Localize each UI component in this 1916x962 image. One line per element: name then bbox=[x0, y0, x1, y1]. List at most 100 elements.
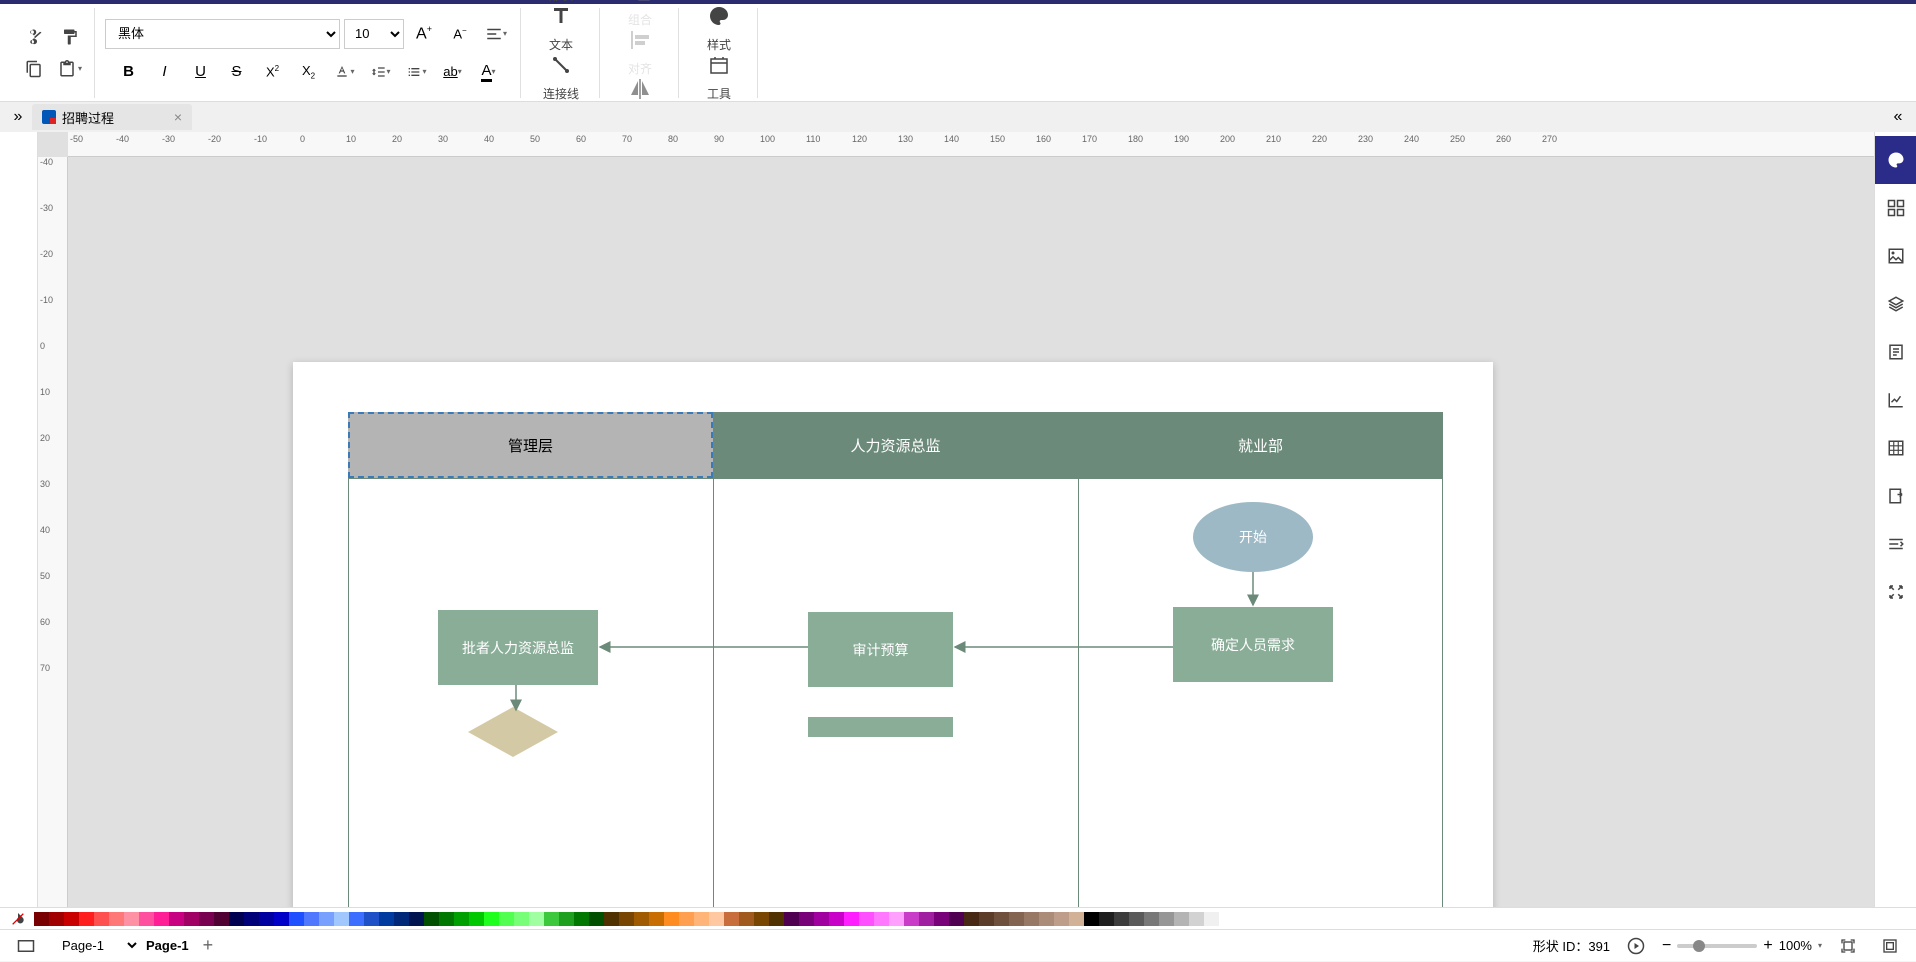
shape-partial-bottom[interactable] bbox=[808, 717, 953, 737]
outline-panel-button[interactable] bbox=[1875, 328, 1916, 376]
align-button[interactable]: ▾ bbox=[480, 18, 512, 50]
subscript-button[interactable]: X2 bbox=[293, 56, 325, 88]
color-swatch[interactable] bbox=[529, 912, 544, 926]
format-painter-button[interactable] bbox=[54, 21, 86, 53]
color-swatch[interactable] bbox=[769, 912, 784, 926]
text-underline-button[interactable]: ab▾ bbox=[437, 56, 469, 88]
color-swatch[interactable] bbox=[574, 912, 589, 926]
color-swatch[interactable] bbox=[199, 912, 214, 926]
color-swatch[interactable] bbox=[739, 912, 754, 926]
color-swatch[interactable] bbox=[94, 912, 109, 926]
style-button[interactable]: 样式 bbox=[689, 4, 749, 53]
tab-scroll-left[interactable]: » bbox=[8, 107, 28, 127]
increase-font-button[interactable]: A+ bbox=[408, 18, 440, 50]
color-swatch[interactable] bbox=[439, 912, 454, 926]
tools-button[interactable]: 工具 bbox=[689, 53, 749, 102]
color-swatch[interactable] bbox=[499, 912, 514, 926]
color-swatch[interactable] bbox=[304, 912, 319, 926]
color-swatch[interactable] bbox=[259, 912, 274, 926]
color-swatch[interactable] bbox=[979, 912, 994, 926]
color-swatch[interactable] bbox=[154, 912, 169, 926]
color-swatch[interactable] bbox=[1024, 912, 1039, 926]
color-swatch[interactable] bbox=[949, 912, 964, 926]
color-swatch[interactable] bbox=[814, 912, 829, 926]
expand-panel-button[interactable] bbox=[1875, 568, 1916, 616]
color-swatch[interactable] bbox=[694, 912, 709, 926]
color-swatch[interactable] bbox=[1069, 912, 1084, 926]
color-swatch[interactable] bbox=[754, 912, 769, 926]
shape-approve-hr[interactable]: 批者人力资源总监 bbox=[438, 610, 598, 685]
bold-button[interactable]: B bbox=[113, 56, 145, 88]
fullscreen-button[interactable] bbox=[1874, 930, 1906, 962]
text-highlight-button[interactable]: ▾ bbox=[329, 56, 361, 88]
color-swatch[interactable] bbox=[49, 912, 64, 926]
document-tab[interactable]: 招聘过程 × bbox=[32, 104, 192, 130]
strikethrough-button[interactable]: S bbox=[221, 56, 253, 88]
color-swatch[interactable] bbox=[34, 912, 49, 926]
color-swatch[interactable] bbox=[1144, 912, 1159, 926]
color-swatch[interactable] bbox=[859, 912, 874, 926]
color-swatch[interactable] bbox=[604, 912, 619, 926]
color-swatch[interactable] bbox=[589, 912, 604, 926]
swimlane-header-management[interactable]: 管理层 bbox=[348, 412, 713, 478]
color-swatch[interactable] bbox=[469, 912, 484, 926]
color-swatch[interactable] bbox=[244, 912, 259, 926]
text-tool-button[interactable]: 文本 bbox=[531, 4, 591, 53]
color-swatch[interactable] bbox=[1219, 912, 1234, 926]
zoom-out-button[interactable]: − bbox=[1662, 937, 1671, 955]
no-fill-icon[interactable] bbox=[6, 909, 30, 929]
color-swatch[interactable] bbox=[274, 912, 289, 926]
fill-panel-button[interactable] bbox=[1875, 136, 1916, 184]
color-swatch[interactable] bbox=[724, 912, 739, 926]
color-swatch[interactable] bbox=[229, 912, 244, 926]
color-swatch[interactable] bbox=[919, 912, 934, 926]
color-swatch[interactable] bbox=[79, 912, 94, 926]
color-swatch[interactable] bbox=[1054, 912, 1069, 926]
image-panel-button[interactable] bbox=[1875, 232, 1916, 280]
copy-button[interactable] bbox=[18, 53, 50, 85]
presentation-mode-button[interactable] bbox=[10, 930, 42, 962]
swimlane-header-hr[interactable]: 人力资源总监 bbox=[713, 412, 1078, 478]
color-swatch[interactable] bbox=[169, 912, 184, 926]
table-panel-button[interactable] bbox=[1875, 424, 1916, 472]
color-swatch[interactable] bbox=[1099, 912, 1114, 926]
color-swatch[interactable] bbox=[409, 912, 424, 926]
color-swatch[interactable] bbox=[364, 912, 379, 926]
color-swatch[interactable] bbox=[664, 912, 679, 926]
color-swatch[interactable] bbox=[1039, 912, 1054, 926]
color-swatch[interactable] bbox=[559, 912, 574, 926]
superscript-button[interactable]: X2 bbox=[257, 56, 289, 88]
color-swatch[interactable] bbox=[1009, 912, 1024, 926]
color-swatch[interactable] bbox=[1204, 912, 1219, 926]
shape-audit-budget[interactable]: 审计预算 bbox=[808, 612, 953, 687]
shape-identify-needs[interactable]: 确定人员需求 bbox=[1173, 607, 1333, 682]
color-swatch[interactable] bbox=[934, 912, 949, 926]
color-swatch[interactable] bbox=[544, 912, 559, 926]
fit-page-button[interactable] bbox=[1832, 930, 1864, 962]
color-swatch[interactable] bbox=[964, 912, 979, 926]
color-swatch[interactable] bbox=[514, 912, 529, 926]
export-panel-button[interactable] bbox=[1875, 472, 1916, 520]
underline-button[interactable]: U bbox=[185, 56, 217, 88]
connector-tool-button[interactable]: 连接线 bbox=[531, 53, 591, 102]
color-swatch[interactable] bbox=[1084, 912, 1099, 926]
zoom-in-button[interactable]: + bbox=[1763, 937, 1772, 955]
color-swatch[interactable] bbox=[904, 912, 919, 926]
paste-button[interactable]: ▾ bbox=[54, 53, 86, 85]
color-swatch[interactable] bbox=[109, 912, 124, 926]
color-swatch[interactable] bbox=[349, 912, 364, 926]
color-swatch[interactable] bbox=[709, 912, 724, 926]
shape-diamond-decision[interactable] bbox=[468, 707, 558, 757]
color-swatch[interactable] bbox=[184, 912, 199, 926]
color-swatch[interactable] bbox=[454, 912, 469, 926]
color-swatch[interactable] bbox=[634, 912, 649, 926]
color-swatch[interactable] bbox=[214, 912, 229, 926]
color-swatch[interactable] bbox=[679, 912, 694, 926]
line-spacing-button[interactable]: ▾ bbox=[365, 56, 397, 88]
font-color-button[interactable]: A▾ bbox=[473, 56, 505, 88]
color-swatch[interactable] bbox=[874, 912, 889, 926]
color-swatch[interactable] bbox=[889, 912, 904, 926]
color-swatch[interactable] bbox=[424, 912, 439, 926]
color-swatch[interactable] bbox=[1174, 912, 1189, 926]
indent-panel-button[interactable] bbox=[1875, 520, 1916, 568]
